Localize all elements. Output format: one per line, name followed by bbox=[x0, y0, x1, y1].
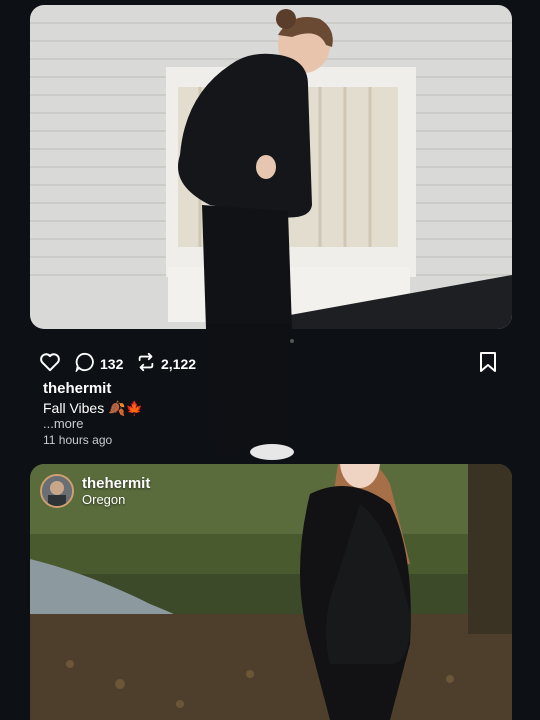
more-link[interactable]: ...more bbox=[43, 417, 143, 431]
heart-icon bbox=[39, 352, 61, 375]
like-button[interactable] bbox=[39, 352, 61, 375]
post2-location[interactable]: Oregon bbox=[82, 492, 150, 507]
comment-icon bbox=[75, 352, 95, 375]
repost-button[interactable]: 2,122 bbox=[136, 352, 196, 375]
post-photo-brick-wall bbox=[30, 5, 512, 329]
comment-button[interactable]: 132 bbox=[75, 352, 123, 375]
repost-icon bbox=[136, 352, 156, 375]
post2-username[interactable]: thehermit bbox=[82, 475, 150, 492]
post-username[interactable]: thehermit bbox=[43, 380, 143, 398]
post2-header[interactable]: thehermit Oregon bbox=[40, 474, 150, 508]
comment-count: 132 bbox=[100, 355, 124, 372]
bookmark-icon bbox=[479, 352, 497, 375]
post-image-1[interactable] bbox=[30, 5, 512, 329]
repost-count: 2,122 bbox=[161, 355, 197, 372]
avatar[interactable] bbox=[40, 474, 74, 508]
post-photo-overflow bbox=[206, 324, 294, 460]
bookmark-button[interactable] bbox=[479, 352, 497, 375]
post-caption-area: thehermit Fall Vibes 🍂🍁 ...more 11 hours… bbox=[43, 380, 143, 448]
post-timestamp: 11 hours ago bbox=[43, 433, 113, 447]
post-caption: Fall Vibes 🍂🍁 bbox=[43, 400, 143, 416]
